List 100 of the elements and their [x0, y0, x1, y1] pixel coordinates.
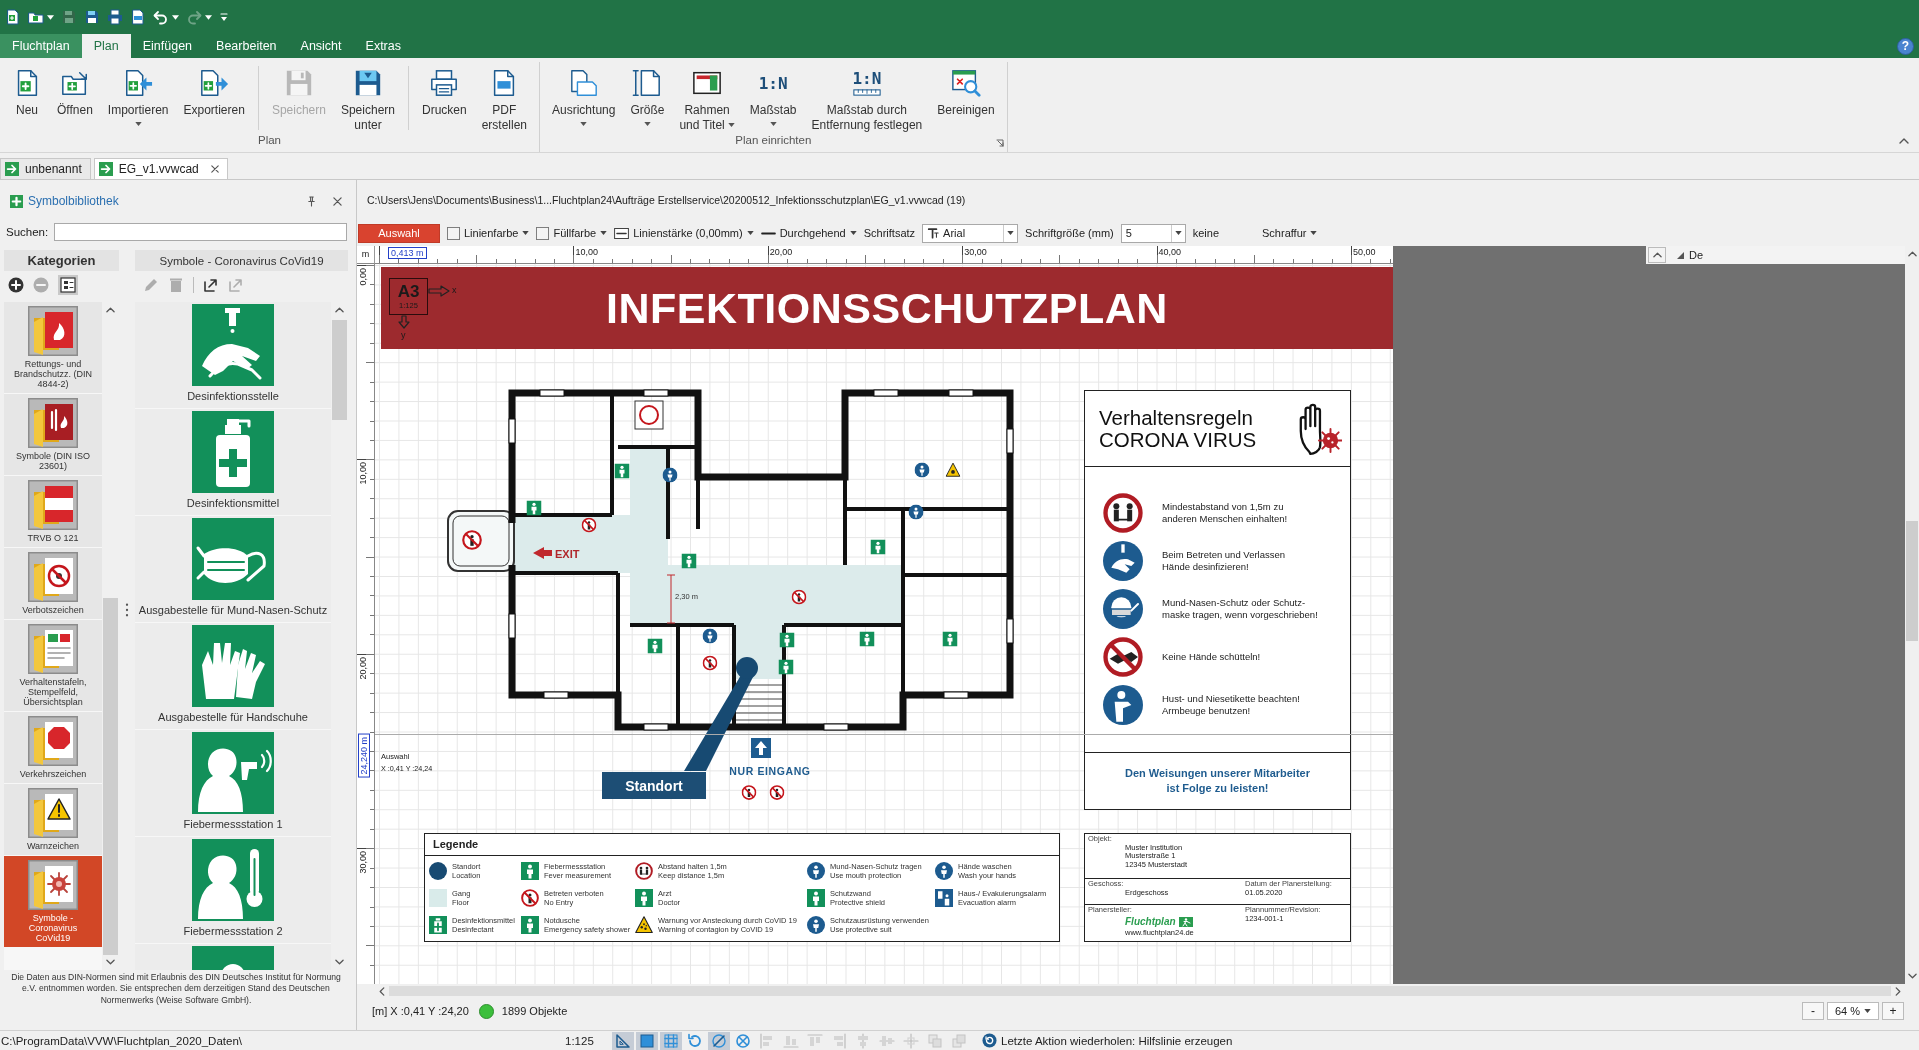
toolbar-label: Schriftsatz: [863, 227, 916, 239]
frame-title-button[interactable]: Rahmen und Titel: [673, 66, 741, 133]
select-tool-button[interactable]: Auswahl: [358, 223, 440, 243]
category-item[interactable]: TRVB O 121: [4, 476, 102, 547]
safety-sign-icon: [859, 631, 875, 647]
quick-access-button[interactable]: [28, 9, 54, 25]
plus-square-icon: [10, 194, 23, 208]
quick-access-button[interactable]: [219, 12, 229, 22]
color-dropdown[interactable]: Linienfarbe: [447, 223, 530, 243]
scrollbar-thumb[interactable]: [332, 320, 347, 420]
chevron-left-icon[interactable]: [379, 986, 385, 996]
line-style-dropdown[interactable]: Linienstärke (0,00mm): [614, 223, 754, 243]
ribbon-tab[interactable]: Einfügen: [130, 34, 205, 58]
chevron-down-icon[interactable]: [1907, 973, 1917, 979]
quick-access-button[interactable]: [107, 9, 123, 25]
chevron-up-icon[interactable]: [1907, 251, 1917, 257]
app-menu-tab[interactable]: Fluchtplan: [0, 34, 82, 58]
line-style-dropdown[interactable]: Durchgehend: [760, 223, 857, 243]
ribbon-tab[interactable]: Plan: [81, 34, 131, 58]
search-field[interactable]: [54, 223, 347, 241]
zoom-out-button[interactable]: -: [1802, 1002, 1824, 1020]
export-button[interactable]: Exportieren: [177, 66, 251, 118]
document-tab[interactable]: unbenannt: [0, 158, 91, 179]
square-icon[interactable]: [636, 1031, 658, 1050]
list-view-icon[interactable]: [58, 275, 78, 295]
symbol-item[interactable]: Ausgabestelle für Mund-Nasen-Schutz: [135, 516, 331, 622]
color-dropdown[interactable]: Füllfarbe: [536, 223, 608, 243]
window-mark: [539, 389, 565, 397]
category-item[interactable]: Verbotszeichen: [4, 548, 102, 619]
scale-button[interactable]: 1:N Maßstab: [743, 66, 803, 126]
symbol-item[interactable]: Desinfektionsstelle: [135, 302, 331, 408]
size-button[interactable]: Größe: [624, 66, 671, 126]
category-item[interactable]: Symbole (DIN ISO 23601): [4, 394, 102, 475]
chevron-up-icon[interactable]: [106, 307, 115, 313]
caret-icon[interactable]: [1174, 231, 1182, 235]
location-dot-icon: [736, 657, 758, 679]
plus-circle-icon[interactable]: [8, 277, 24, 293]
symbol-item[interactable]: Desinfektionsmittel: [135, 409, 331, 515]
ribbon-tab[interactable]: Ansicht: [288, 34, 354, 58]
symbol-item[interactable]: Ausgabestelle für Handschuhe: [135, 623, 331, 729]
folder-icon: [28, 480, 78, 530]
symbol-item[interactable]: Fiebermessstation 2: [135, 837, 331, 943]
set-square-icon[interactable]: [612, 1031, 634, 1050]
save-as-button[interactable]: Speichern unter: [334, 66, 401, 133]
export-arrow-icon[interactable]: [203, 277, 219, 293]
dialog-launcher-icon[interactable]: [995, 139, 1004, 147]
handshake-prohibited-icon: [1103, 637, 1143, 677]
collapse-button[interactable]: [1648, 247, 1666, 263]
repeat-action-button[interactable]: Letzte Aktion wiederholen: Hilfslinie erzeugen: [982, 1033, 1233, 1048]
chevron-up-icon[interactable]: [335, 307, 344, 313]
document-tab[interactable]: EG_v1.vvwcad: [93, 158, 228, 179]
distance-sign-icon: [635, 861, 653, 880]
close-icon[interactable]: [333, 196, 342, 206]
chevron-right-icon[interactable]: [1895, 986, 1901, 996]
snap-icon[interactable]: [708, 1031, 730, 1050]
chevron-down-icon[interactable]: [106, 958, 115, 965]
open-button[interactable]: Öffnen: [51, 66, 99, 118]
symbol-item[interactable]: Fiebermessstation 1: [135, 730, 331, 836]
orientation-button[interactable]: Ausrichtung: [546, 66, 622, 126]
cursor-coordinates: [m] X :0,41 Y :24,20: [372, 1005, 469, 1017]
grid-icon[interactable]: [660, 1031, 682, 1050]
font-combo[interactable]: Arial: [922, 223, 1019, 243]
category-item[interactable]: Verhaltenstafeln, Stempelfeld, Übersichtsplan: [4, 620, 102, 711]
category-item[interactable]: Symbole - Coronavirus CoVid19: [4, 856, 102, 947]
scrollbar-thumb[interactable]: [103, 597, 118, 955]
caret-icon: [1310, 231, 1318, 235]
zoom-in-button[interactable]: +: [1882, 1002, 1904, 1020]
caret-icon[interactable]: [1007, 231, 1015, 235]
category-item[interactable]: Verkehrszeichen: [4, 712, 102, 783]
scale-by-distance-button[interactable]: 1:N Maßstab durch Entfernung festlegen: [805, 66, 929, 133]
pdf-button[interactable]: PDF erstellen: [475, 66, 534, 133]
close-icon[interactable]: [210, 165, 219, 173]
window-magnifier-icon: [950, 68, 981, 98]
font-size-combo[interactable]: 5: [1120, 223, 1186, 243]
zoom-dropdown[interactable]: 64 %: [1827, 1002, 1879, 1020]
new-button[interactable]: Neu: [6, 66, 48, 118]
window-mark: [643, 389, 669, 397]
hatch-dropdown[interactable]: Schraffur: [1262, 223, 1318, 243]
ribbon-tab[interactable]: Bearbeiten: [204, 34, 289, 58]
caret-icon: [205, 14, 212, 20]
quick-access-button[interactable]: [130, 9, 146, 25]
pin-icon[interactable]: [307, 195, 316, 207]
cleanup-button[interactable]: Bereinigen: [931, 66, 1001, 118]
chevron-up-icon[interactable]: [1899, 138, 1909, 144]
quick-access-button[interactable]: [153, 9, 179, 25]
unit-label: m: [357, 246, 375, 264]
quick-access-button[interactable]: [84, 9, 100, 25]
category-item[interactable]: Warnzeichen: [4, 784, 102, 855]
grip-icon[interactable]: [125, 602, 129, 617]
quick-access-button[interactable]: [5, 9, 21, 25]
ribbon-tab[interactable]: Extras: [353, 34, 413, 58]
category-item[interactable]: Rettungs- und Brandschutzz. (DIN 4844-2): [4, 302, 102, 393]
chevron-down-icon[interactable]: [335, 958, 344, 965]
import-button[interactable]: Importieren: [101, 66, 175, 126]
help-button[interactable]: ?: [1897, 37, 1914, 55]
scrollbar-thumb[interactable]: [1906, 521, 1918, 641]
symbol-item[interactable]: [135, 944, 331, 970]
prohibition-sign-icon: [792, 590, 806, 604]
axis-label: y: [401, 330, 406, 340]
print-button[interactable]: Drucken: [416, 66, 473, 118]
